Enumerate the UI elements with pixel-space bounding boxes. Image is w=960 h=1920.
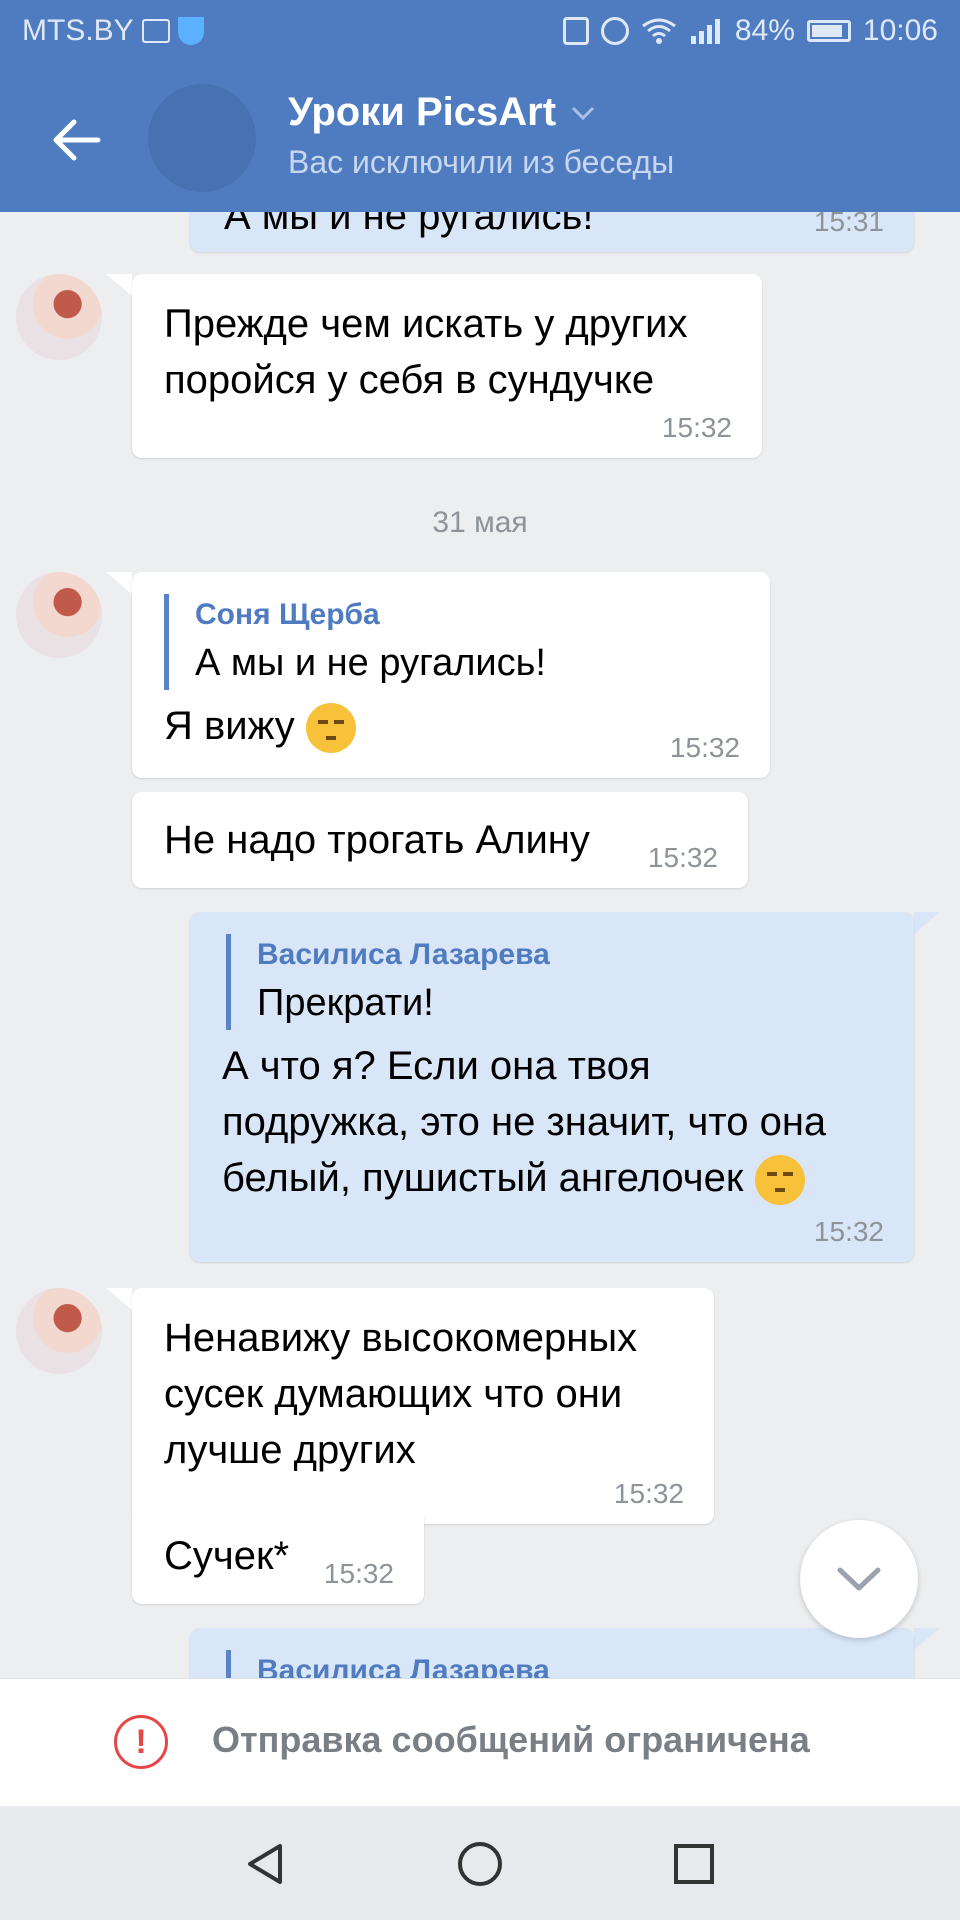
message-time: 15:32 [661,412,732,443]
restriction-banner: ! Отправка сообщений ограничена [0,1678,960,1807]
message-text: сусек думающих что они [164,1372,623,1416]
shield-icon [177,17,204,45]
message-time: 15:32 [669,732,740,763]
bubble-tail [106,274,132,296]
chevron-down-icon [837,1567,881,1591]
message-text: Прежде чем искать у других [164,302,688,346]
battery-label: 84% [734,14,795,47]
message-time: 15:32 [323,1558,394,1589]
carrier-label: MTS.BY [22,14,134,47]
date-separator: 31 мая [432,506,528,539]
unamused-emoji-icon [305,703,356,754]
back-arrow-icon[interactable] [48,112,104,168]
signal-icon [690,19,720,44]
message-time: 15:32 [647,842,718,873]
chat-subtitle: Вас исключили из беседы [288,144,675,180]
message-bubble[interactable]: Сучек* 15:32 [132,1508,424,1604]
message-bubble[interactable]: Соня Щерба А мы и не ругались! Я вижу 15… [132,572,770,778]
system-nav-bar [0,1806,960,1920]
message-list[interactable]: А мы и не ругались! 15:31 Прежде чем иск… [0,212,960,1678]
nav-home-icon[interactable] [456,1840,504,1888]
wifi-icon [641,18,676,44]
reply-text: Прекрати! [257,982,434,1024]
message-time: 15:32 [813,1216,884,1247]
message-bubble[interactable]: Василиса Лазарева Прекрати! А что я? Есл… [190,912,914,1262]
reply-quote[interactable]: Василиса Лазарева [226,1650,882,1678]
reply-author: Василиса Лазарева [257,1654,550,1678]
restriction-text: Отправка сообщений ограничена [212,1719,810,1760]
message-bubble[interactable]: А мы и не ругались! 15:31 [190,212,914,252]
message-text: белый, пушистый ангелочек [222,1156,744,1200]
chat-avatar[interactable] [148,84,256,192]
nfc-icon [562,17,589,45]
message-text: лучше других [164,1428,416,1472]
reply-author: Василиса Лазарева [257,938,550,971]
message-time: 15:31 [813,212,884,237]
reply-text: А мы и не ругались! [195,642,546,684]
message-bubble[interactable]: Прежде чем искать у других поройся у себ… [132,274,762,458]
nav-recents-icon[interactable] [670,1840,718,1888]
status-bar: MTS.BY 84% 10:06 [0,0,960,64]
reply-author: Соня Щерба [195,598,380,631]
reply-quote[interactable]: Василиса Лазарева Прекрати! [226,934,882,1030]
battery-icon [806,20,851,42]
bubble-tail [106,572,132,594]
message-text: Ненавижу высокомерных [164,1316,638,1360]
avatar[interactable] [16,572,102,658]
message-text: А мы и не ругались! [224,212,594,238]
message-text: поройся у себя в сундучке [164,358,655,402]
alarm-icon [600,17,629,45]
avatar[interactable] [16,274,102,360]
chat-title-text: Уроки PicsArt [288,90,557,134]
scroll-to-bottom-button[interactable] [800,1520,918,1638]
message-bubble[interactable]: Не надо трогать Алину 15:32 [132,792,748,888]
message-time: 15:32 [613,1478,684,1509]
activity-icon [141,19,170,43]
unamused-emoji-icon [754,1155,805,1206]
message-text: А что я? Если она твоя [222,1044,651,1088]
chevron-down-icon [571,106,595,120]
warning-icon: ! [114,1715,168,1769]
avatar[interactable] [16,1288,102,1374]
bubble-tail [914,912,940,934]
message-bubble[interactable]: Ненавижу высокомерных сусек думающих что… [132,1288,714,1524]
bubble-tail [106,1288,132,1310]
chat-title[interactable]: Уроки PicsArt [288,90,596,135]
message-text: Я вижу [164,704,295,748]
reply-quote[interactable]: Соня Щерба А мы и не ругались! [164,594,738,690]
nav-back-icon[interactable] [242,1840,290,1888]
message-text: подружка, это не значит, что она [222,1100,827,1144]
app-bar: MTS.BY 84% 10:06 Уроки PicsArt Вас исклю… [0,0,960,212]
clock-label: 10:06 [862,14,938,47]
